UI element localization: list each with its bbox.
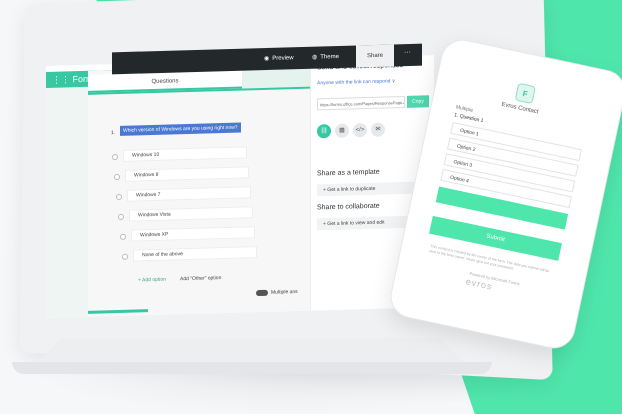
- form-title: Evros Contact: [500, 101, 539, 116]
- multiple-answers-toggle[interactable]: Multiple ans: [256, 288, 298, 297]
- share-url-field[interactable]: https://forms.office.com/Pages/ResponseP…: [317, 95, 405, 111]
- copy-button[interactable]: Copy: [407, 95, 429, 108]
- option-item[interactable]: Windows 7: [116, 186, 251, 202]
- radio-icon: [118, 213, 124, 220]
- radio-icon: [122, 253, 128, 260]
- forms-logo-icon: F: [514, 82, 536, 105]
- option-label: Windows 7: [136, 191, 161, 199]
- laptop-keyboard-deck: [36, 338, 466, 364]
- option-label: Windows XP: [140, 231, 169, 239]
- radio-icon: [112, 153, 118, 161]
- qr-icon[interactable]: ▦: [335, 123, 349, 138]
- email-icon[interactable]: ✉: [371, 122, 385, 137]
- hero-illustration: ⋮⋮ Forms Questions 1. Which version of W…: [0, 0, 622, 414]
- eye-icon: ◉: [264, 55, 270, 63]
- questions-panel: Questions 1. Which version of Windows ar…: [88, 64, 310, 317]
- link-icon[interactable]: ⛓: [317, 124, 331, 139]
- question-title-input[interactable]: Which version of Windows are you using r…: [120, 122, 241, 136]
- option-label: Windows Vista: [138, 211, 171, 219]
- option-item[interactable]: Windows 10: [112, 146, 247, 162]
- option-label: None of the above: [142, 251, 183, 259]
- app-left-column: [46, 84, 88, 318]
- option-label: Windows 8: [134, 171, 159, 179]
- option-label: Windows 10: [132, 151, 160, 159]
- radio-icon: [114, 173, 120, 181]
- waffle-icon[interactable]: ⋮⋮: [52, 74, 73, 85]
- laptop-base-edge: [12, 362, 492, 374]
- add-other-option-button[interactable]: Add "Other" option: [180, 275, 221, 282]
- more-options-button[interactable]: ···: [404, 49, 411, 56]
- theme-button[interactable]: ◍ Theme: [312, 53, 339, 61]
- palette-icon: ◍: [312, 54, 318, 61]
- template-heading: Share as a template: [317, 168, 380, 178]
- add-option-button[interactable]: + Add option: [138, 277, 166, 284]
- theme-label: Theme: [320, 53, 339, 61]
- share-button[interactable]: Share: [356, 44, 394, 68]
- preview-label: Preview: [272, 54, 294, 62]
- option-item[interactable]: Windows XP: [120, 226, 255, 242]
- radio-icon: [116, 193, 122, 201]
- preview-button[interactable]: ◉ Preview: [264, 54, 294, 62]
- collaborate-heading: Share to collaborate: [317, 202, 380, 212]
- multiple-answers-label: Multiple ans: [271, 288, 298, 296]
- audience-dropdown[interactable]: Anyone with the link can respond ∨: [317, 78, 395, 86]
- option-item[interactable]: None of the above: [122, 246, 257, 262]
- tab-responses[interactable]: [242, 68, 310, 89]
- radio-icon: [120, 233, 126, 240]
- option-item[interactable]: Windows 8: [114, 166, 249, 182]
- phone-screen: F Evros Contact Multiple 1. Question 1 O…: [405, 63, 612, 328]
- laptop-screen: ⋮⋮ Forms Questions 1. Which version of W…: [46, 55, 434, 319]
- embed-icon[interactable]: </>: [353, 123, 367, 138]
- toggle-icon[interactable]: [256, 289, 268, 297]
- option-item[interactable]: Windows Vista: [118, 206, 253, 222]
- question-number: 1.: [111, 130, 116, 137]
